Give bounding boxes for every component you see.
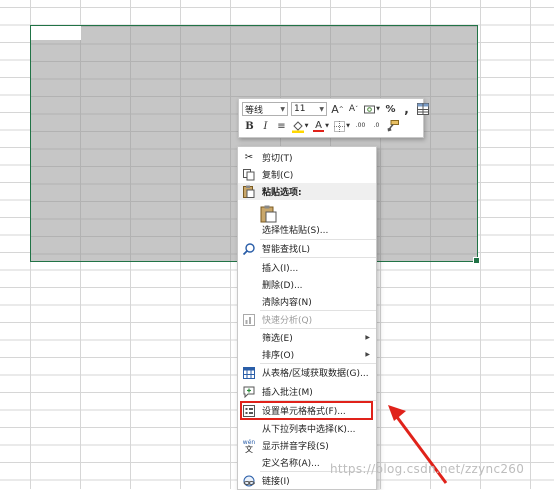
quick-analysis-icon xyxy=(242,313,256,327)
menu-item-label: 插入批注(M) xyxy=(262,388,313,398)
menu-item-get-data-from-table[interactable]: 从表格/区域获取数据(G)... xyxy=(238,364,376,381)
italic-button[interactable]: I xyxy=(258,119,273,134)
menu-item-label: 从表格/区域获取数据(G)... xyxy=(262,369,369,379)
menu-item-paste-special[interactable]: 选择性粘贴(S)... xyxy=(238,221,376,238)
font-size-value: 11 xyxy=(294,104,306,114)
menu-item-smart-lookup[interactable]: 智能查找(L) xyxy=(238,240,376,257)
menu-item-label: 排序(O) xyxy=(262,351,295,361)
font-color-icon: A xyxy=(315,119,322,131)
phonetic-icon: wén 文 xyxy=(242,438,256,454)
accounting-icon xyxy=(364,105,376,113)
menu-item-pick-from-dropdown[interactable]: 从下拉列表中选择(K)... xyxy=(238,420,376,437)
table-data-icon xyxy=(242,366,256,380)
smart-lookup-icon xyxy=(242,242,256,256)
menu-item-label: 删除(D)... xyxy=(262,281,303,291)
align-center-button[interactable]: ≡ xyxy=(274,119,289,134)
increase-decimal-button[interactable]: .00 xyxy=(353,119,368,134)
submenu-arrow-icon: ▶ xyxy=(365,334,370,341)
borders-button[interactable]: ▼ xyxy=(332,119,352,134)
menu-item-label: 快速分析(Q) xyxy=(262,316,313,326)
menu-item-label: 清除内容(N) xyxy=(262,298,312,308)
bold-button[interactable]: B xyxy=(242,119,257,134)
paste-icon xyxy=(242,185,256,199)
menu-item-label: 定义名称(A)... xyxy=(262,459,320,469)
menu-item-label: 显示拼音字段(S) xyxy=(262,442,329,452)
font-color-button[interactable]: A ▼ xyxy=(311,119,331,134)
bold-icon: B xyxy=(245,120,254,132)
fill-color-button[interactable]: ▼ xyxy=(290,119,310,134)
menu-item-sort[interactable]: 排序(O) ▶ xyxy=(238,346,376,363)
increase-font-size-button[interactable]: A ^ xyxy=(330,102,345,117)
menu-item-label: 插入(I)... xyxy=(262,264,299,274)
menu-item-label: 智能查找(L) xyxy=(262,245,311,255)
menu-item-label: 选择性粘贴(S)... xyxy=(262,226,329,236)
percent-style-button[interactable]: % xyxy=(383,102,398,117)
menu-item-quick-analysis: 快速分析(Q) xyxy=(238,311,376,328)
menu-header-paste-options: 粘贴选项: xyxy=(238,183,376,200)
font-name-combo[interactable]: 等线 ▼ xyxy=(242,102,288,116)
active-cell[interactable] xyxy=(31,26,81,40)
menu-item-insert-comment[interactable]: 插入批注(M) xyxy=(238,383,376,400)
menu-item-label: 链接(I) xyxy=(262,477,290,487)
borders-icon xyxy=(334,120,346,132)
font-size-combo[interactable]: 11 ▼ xyxy=(291,102,327,116)
menu-item-delete[interactable]: 删除(D)... xyxy=(238,276,376,293)
table-format-icon xyxy=(416,103,429,115)
percent-icon: % xyxy=(385,103,396,115)
menu-item-label: 从下拉列表中选择(K)... xyxy=(262,425,356,435)
decrease-font-size-button[interactable]: Aˇ xyxy=(346,102,361,117)
italic-icon: I xyxy=(263,120,268,132)
format-table-button[interactable] xyxy=(415,102,430,117)
menu-item-clear-contents[interactable]: 清除内容(N) xyxy=(238,293,376,310)
fill-handle[interactable] xyxy=(473,257,480,264)
context-menu: ✂ 剪切(T) 复制(C) 粘贴选项: 选择性粘贴(S)... 智能查找(L) … xyxy=(237,146,377,490)
accounting-format-button[interactable]: ▼ xyxy=(362,102,382,117)
format-painter-button[interactable] xyxy=(385,119,400,134)
menu-item-label: 剪切(T) xyxy=(262,154,293,164)
comma-style-button[interactable]: , xyxy=(399,102,414,117)
link-icon xyxy=(242,474,256,488)
copy-icon xyxy=(242,168,256,182)
menu-item-label: 复制(C) xyxy=(262,171,294,181)
format-painter-icon xyxy=(387,120,399,132)
menu-divider xyxy=(260,257,376,258)
menu-item-label: 筛选(E) xyxy=(262,334,293,344)
align-center-icon: ≡ xyxy=(277,120,286,132)
menu-item-cut[interactable]: ✂ 剪切(T) xyxy=(238,149,376,166)
increase-font-icon: A xyxy=(331,102,339,116)
fill-color-icon xyxy=(291,120,304,133)
font-name-value: 等线 xyxy=(245,105,264,116)
chevron-down-icon: ▼ xyxy=(319,105,324,113)
comma-icon: , xyxy=(404,102,409,116)
submenu-arrow-icon: ▶ xyxy=(365,351,370,358)
decrease-decimal-button[interactable]: .0 xyxy=(369,119,384,134)
chevron-down-icon: ▼ xyxy=(280,105,285,113)
decrease-decimal-icon: .0 xyxy=(373,122,380,129)
increase-decimal-icon: .00 xyxy=(355,122,366,129)
menu-item-insert[interactable]: 插入(I)... xyxy=(238,259,376,276)
menu-item-copy[interactable]: 复制(C) xyxy=(238,166,376,183)
menu-item-filter[interactable]: 筛选(E) ▶ xyxy=(238,329,376,346)
watermark: https://blog.csdn.net/zzync260 xyxy=(330,462,525,476)
menu-item-label: 粘贴选项: xyxy=(262,188,302,198)
scissors-icon: ✂ xyxy=(244,152,254,163)
mini-toolbar: 等线 ▼ 11 ▼ A ^ Aˇ ▼ % , B I ≡ ▼ A ▼ ▼ .00… xyxy=(238,98,429,138)
menu-item-show-phonetic[interactable]: wén 文 显示拼音字段(S) xyxy=(238,437,376,454)
comment-icon xyxy=(242,385,256,399)
highlight-box xyxy=(240,401,373,420)
